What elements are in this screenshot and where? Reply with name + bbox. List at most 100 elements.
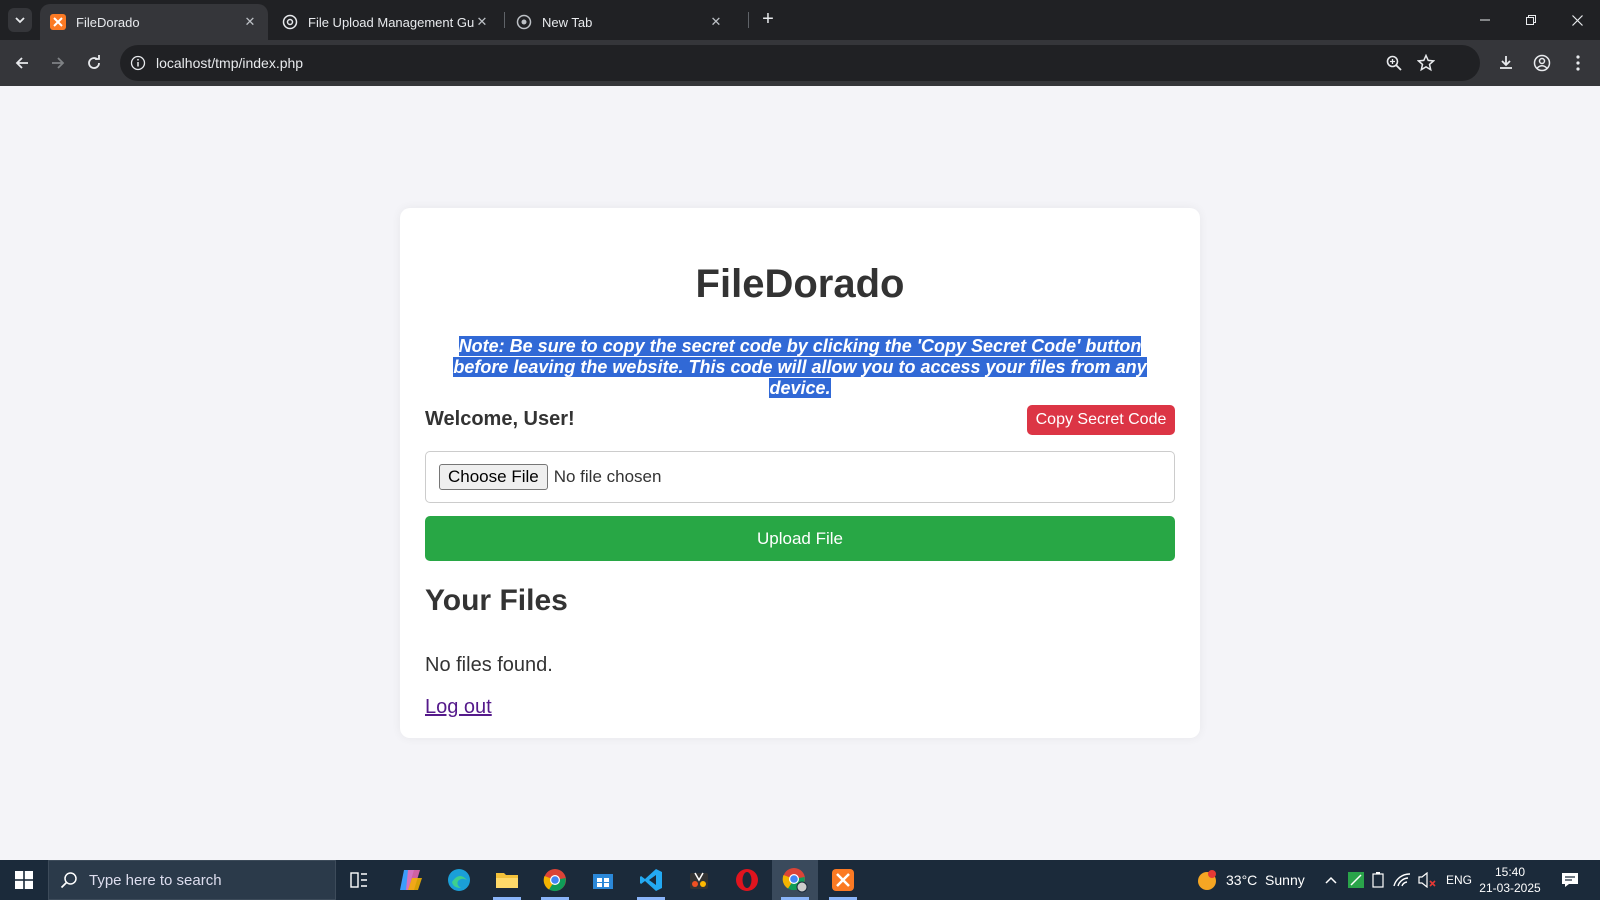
reload-button[interactable] <box>78 47 110 79</box>
xampp-app[interactable] <box>820 860 866 900</box>
clock[interactable]: 15:40 21-03-2025 <box>1475 864 1545 896</box>
tab-divider <box>504 12 505 28</box>
tab-new-tab[interactable]: New Tab ✕ <box>506 4 734 40</box>
page-title: FileDorado <box>695 262 905 306</box>
windows-taskbar: Type here to search 33°C Sunny ENG 15:40… <box>0 860 1600 900</box>
xampp-icon <box>832 869 854 891</box>
your-files-heading: Your Files <box>425 584 568 617</box>
tab-filedorado[interactable]: FileDorado ✕ <box>40 4 268 40</box>
tab-divider <box>748 12 749 28</box>
reload-icon <box>88 55 100 69</box>
address-bar[interactable]: localhost/tmp/index.php <box>120 45 1480 81</box>
clock-date: 21-03-2025 <box>1479 881 1541 895</box>
arrow-left-icon <box>15 57 28 69</box>
zoom-icon[interactable] <box>1378 45 1410 81</box>
site-info-icon[interactable] <box>120 55 156 71</box>
minimize-button[interactable] <box>1462 0 1508 40</box>
close-tab-icon[interactable]: ✕ <box>708 14 724 30</box>
browser-menu-button[interactable] <box>1562 47 1594 79</box>
chrome-app[interactable] <box>532 860 578 900</box>
copy-secret-code-button[interactable]: Copy Secret Code <box>1027 405 1175 435</box>
highlighted-note-text: Note: Be sure to copy the secret code by… <box>453 336 1147 398</box>
weather-widget[interactable]: 33°C Sunny <box>1196 860 1305 900</box>
arrow-right-icon <box>52 57 65 69</box>
bookmark-star-icon[interactable] <box>1410 45 1442 81</box>
restore-button[interactable] <box>1508 0 1554 40</box>
url-text: localhost/tmp/index.php <box>156 55 304 71</box>
new-tab-button[interactable]: + <box>756 8 780 32</box>
chrome-profile-app[interactable] <box>772 860 818 900</box>
file-input-field[interactable]: Choose File No file chosen <box>425 451 1175 503</box>
start-button[interactable] <box>0 860 48 900</box>
app-tray-icon[interactable] <box>1348 860 1364 900</box>
search-placeholder: Type here to search <box>89 871 222 889</box>
tab-search-menu-button[interactable] <box>8 8 32 32</box>
browser-tab-bar: FileDorado ✕ File Upload Management Guid… <box>0 0 1600 40</box>
chrome-favicon-icon <box>516 14 532 30</box>
store-icon <box>593 874 613 889</box>
forward-button[interactable] <box>42 47 74 79</box>
no-files-message: No files found. <box>425 654 553 676</box>
snipping-app[interactable] <box>676 860 722 900</box>
vscode-icon <box>640 869 662 891</box>
chevron-up-icon <box>1325 876 1337 884</box>
close-window-button[interactable] <box>1554 0 1600 40</box>
store-app[interactable] <box>580 860 626 900</box>
search-icon <box>49 871 89 889</box>
task-view-button[interactable] <box>336 860 382 900</box>
tab-title: FileDorado <box>76 14 140 30</box>
windows-logo-icon <box>15 871 33 889</box>
folder-icon <box>496 873 518 888</box>
wifi-status[interactable] <box>1393 860 1411 900</box>
tab-file-upload-guide[interactable]: File Upload Management Guide ✕ <box>272 4 500 40</box>
welcome-message: Welcome, User! <box>425 408 575 430</box>
copilot-icon <box>400 870 422 890</box>
file-status-text: No file chosen <box>553 467 662 486</box>
close-icon <box>1571 14 1583 26</box>
clock-time: 15:40 <box>1494 865 1526 879</box>
show-hidden-icons-button[interactable] <box>1325 860 1337 900</box>
copilot-app[interactable] <box>388 860 434 900</box>
chrome-icon <box>543 869 566 892</box>
task-view-icon <box>350 872 367 888</box>
logout-link[interactable]: Log out <box>425 696 492 719</box>
minimize-icon <box>1480 19 1490 21</box>
battery-status[interactable] <box>1372 860 1384 900</box>
sun-icon <box>1198 870 1216 890</box>
language-indicator[interactable]: ENG <box>1446 860 1472 900</box>
xampp-favicon-icon <box>50 14 66 30</box>
profile-icon <box>1533 54 1551 72</box>
edge-icon <box>448 869 470 891</box>
download-icon <box>1500 56 1512 69</box>
volume-status[interactable] <box>1418 860 1436 900</box>
back-button[interactable] <box>6 47 38 79</box>
opera-icon <box>736 869 758 891</box>
notifications-button[interactable] <box>1550 860 1590 900</box>
weather-text: 33°C Sunny <box>1226 872 1305 888</box>
edge-app[interactable] <box>436 860 482 900</box>
choose-file-button[interactable]: Choose File <box>439 464 548 490</box>
file-explorer-app[interactable] <box>484 860 530 900</box>
chrome-profile-icon <box>782 868 808 893</box>
profile-button[interactable] <box>1526 47 1558 79</box>
upload-file-button[interactable]: Upload File <box>425 516 1175 561</box>
main-card: FileDorado Note: Be sure to copy the sec… <box>400 208 1200 738</box>
opera-app[interactable] <box>724 860 770 900</box>
green-app-icon <box>1348 872 1364 888</box>
chevron-down-icon <box>15 17 25 24</box>
kebab-menu-icon <box>1576 55 1580 71</box>
downloads-button[interactable] <box>1490 47 1522 79</box>
vscode-app[interactable] <box>628 860 674 900</box>
chatgpt-favicon-icon <box>282 14 298 30</box>
wifi-icon <box>1393 873 1411 887</box>
battery-icon <box>1372 872 1384 888</box>
taskbar-search-box[interactable]: Type here to search <box>48 860 336 900</box>
notification-icon <box>1562 873 1578 887</box>
secret-code-note: Note: Be sure to copy the secret code by… <box>430 336 1170 399</box>
tab-title: File Upload Management Guide <box>308 14 474 30</box>
restore-icon <box>1526 15 1536 25</box>
close-tab-icon[interactable]: ✕ <box>242 14 258 30</box>
close-tab-icon[interactable]: ✕ <box>474 14 490 30</box>
tab-title: New Tab <box>542 14 593 30</box>
volume-muted-icon <box>1418 872 1436 888</box>
